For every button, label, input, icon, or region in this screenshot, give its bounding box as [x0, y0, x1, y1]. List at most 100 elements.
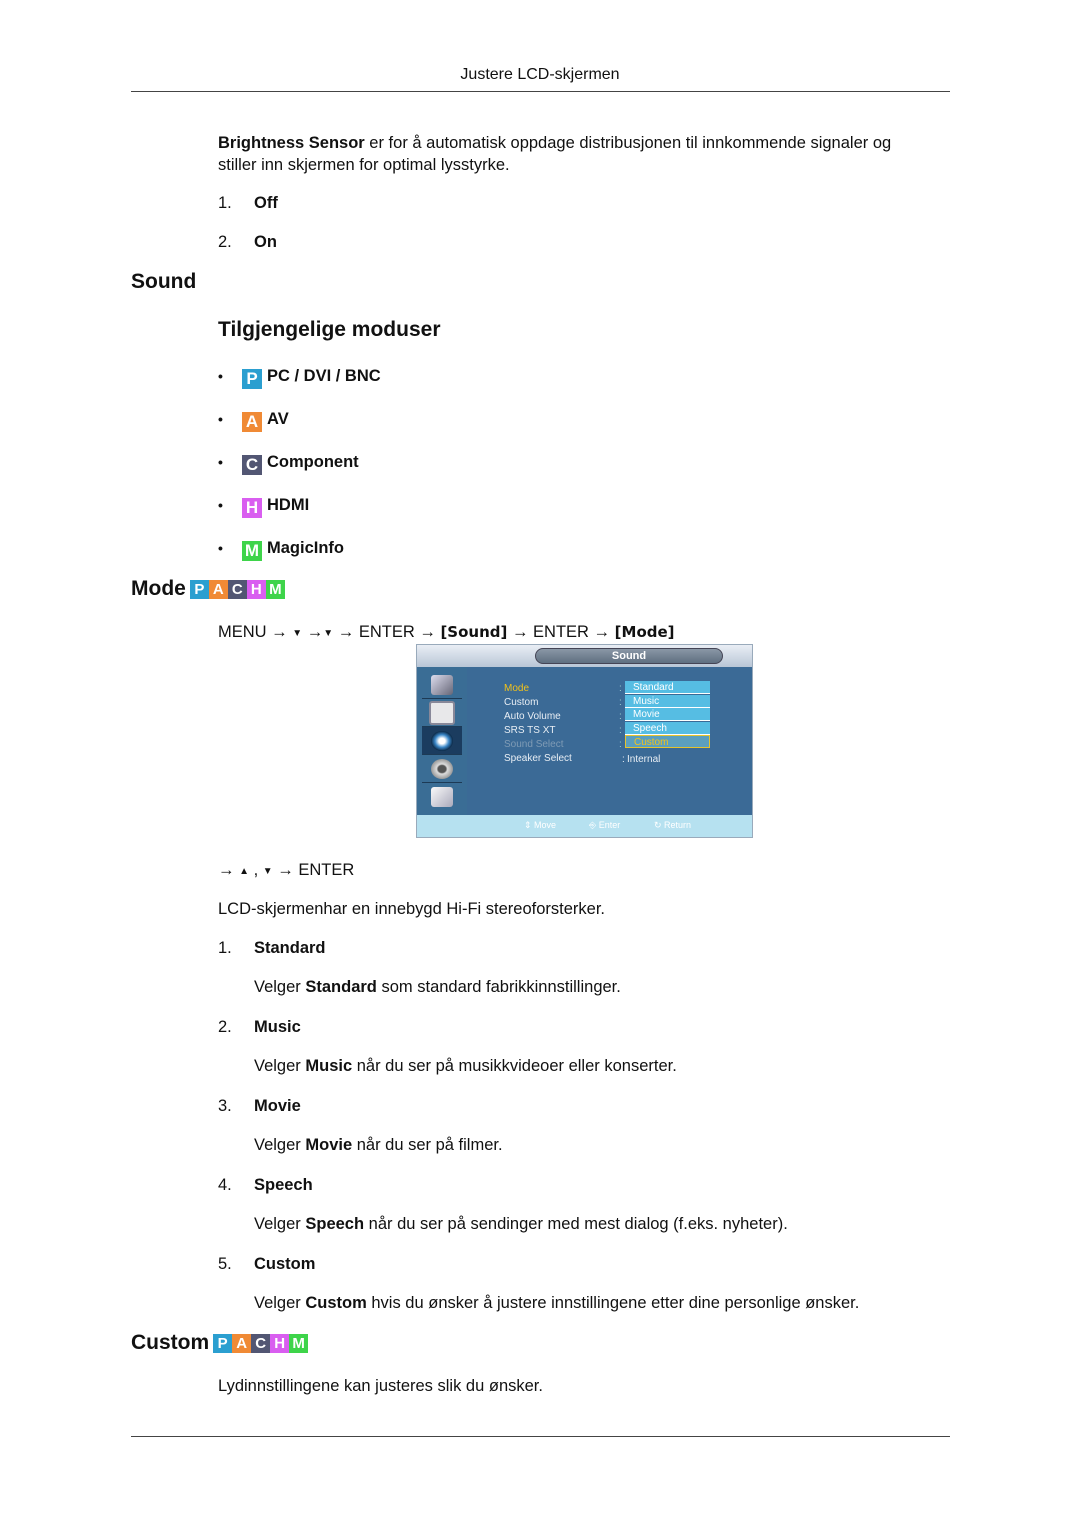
mode-option-heading: 4. Speech — [218, 1174, 313, 1196]
multi-control-icon — [422, 783, 462, 810]
list-number: 2. — [218, 233, 232, 251]
mode-label: AV — [267, 410, 289, 428]
mode-badge-icon: H — [242, 498, 262, 518]
desc-term: Speech — [305, 1215, 365, 1233]
osd-dropdown-option: Standard — [625, 681, 710, 694]
desc-post: når du ser på filmer. — [352, 1136, 503, 1154]
pachm-badges: PACHM — [213, 1334, 309, 1353]
footer-rule — [131, 1436, 950, 1437]
desc-post: når du ser på sendinger med mest dialog … — [364, 1215, 788, 1233]
osd-colon: : — [619, 739, 622, 750]
brightness-sensor-description: Brightness Sensor er for å automatisk op… — [218, 132, 958, 176]
mode-label: PC / DVI / BNC — [267, 367, 381, 385]
mode-badge-icon: P — [242, 369, 262, 389]
osd-dropdown-option: Movie — [625, 708, 710, 721]
desc-post: som standard fabrikkinnstillinger. — [376, 978, 621, 996]
mode-list-item: • C Component — [218, 451, 359, 475]
mode-list-item: • A AV — [218, 408, 289, 432]
osd-colon: : — [619, 711, 622, 722]
nav-after: → ▲ , ▼ → ENTER — [218, 859, 354, 883]
osd-colon: : — [619, 725, 622, 736]
return-icon: ↻ — [654, 820, 665, 830]
nav-menu: MENU → — [218, 623, 288, 641]
custom-title-text: Custom — [131, 1331, 210, 1354]
nav-sound-menu: [Sound] — [440, 623, 508, 641]
down-arrow-icon: ▼ — [323, 628, 334, 639]
desc-post: når du ser på musikkvideoer eller konser… — [352, 1057, 677, 1075]
brightness-option-on: 2. On — [218, 231, 277, 253]
desc-term: Standard — [305, 978, 377, 996]
nav-arrow: → — [218, 861, 235, 879]
bullet: • — [218, 497, 223, 513]
desc-term: Custom — [305, 1294, 367, 1312]
list-number: 2. — [218, 1018, 232, 1036]
desc-pre: Velger — [254, 1215, 306, 1233]
nav-enter: → ENTER → — [507, 623, 611, 641]
mode-option-heading: 2. Music — [218, 1016, 301, 1038]
list-number: 1. — [218, 194, 232, 212]
nav-enter: → ENTER — [277, 861, 355, 879]
osd-footer-return-label: Return — [664, 820, 692, 830]
mode-badge-icon: M — [242, 541, 262, 561]
mode-list-item: • M MagicInfo — [218, 537, 344, 561]
nav-arrow: → — [302, 623, 324, 641]
enter-icon: ⎆ — [589, 820, 599, 830]
osd-colon: : — [619, 697, 622, 708]
mode-title-text: Mode — [131, 577, 186, 600]
osd-colon: : — [622, 754, 625, 765]
osd-menu-item: Mode — [504, 683, 530, 694]
mode-option-description: Velger Custom hvis du ønsker å justere i… — [254, 1292, 859, 1314]
osd-footer — [417, 815, 752, 837]
osd-sound-menu-screenshot: Sound Mode: Custom: Auto Volume: SRS TS XT:… — [416, 644, 753, 838]
custom-description: Lydinnstillingene kan justeres slik du ø… — [218, 1377, 543, 1395]
osd-footer-enter: ⎆ Enter — [589, 820, 620, 831]
mode-option-heading: 5. Custom — [218, 1253, 315, 1275]
pachm-badge-p-icon: P — [213, 1334, 233, 1353]
pachm-badge-m-icon: M — [289, 1334, 309, 1353]
osd-dropdown-option: Custom — [625, 735, 710, 748]
osd-dropdown-option: Music — [625, 694, 710, 708]
header-rule — [131, 91, 950, 92]
desc-term: Music — [305, 1057, 353, 1075]
option-label: Off — [254, 194, 278, 212]
sound-icon — [422, 727, 462, 755]
pachm-badge-a-icon: A — [208, 580, 228, 599]
bullet: • — [218, 368, 223, 384]
intro-text-line2: stiller inn skjermen for optimal lysstyr… — [218, 156, 510, 174]
nav-comma: , — [249, 861, 263, 879]
osd-footer-enter-label: Enter — [598, 820, 621, 830]
nav-enter: → ENTER → — [333, 623, 436, 641]
osd-colon: : — [619, 683, 622, 694]
desc-pre: Velger — [254, 1294, 306, 1312]
osd-title: Sound — [535, 648, 723, 664]
osd-speaker-value: Internal — [627, 754, 661, 765]
list-number: 1. — [218, 939, 232, 957]
mode-list-item: • P PC / DVI / BNC — [218, 365, 381, 389]
pachm-badge-p-icon: P — [189, 580, 209, 599]
mode-description: LCD-skjermenhar en innebygd Hi-Fi stereo… — [218, 900, 605, 918]
nav-path: MENU → ▼ →▼ → ENTER → [Sound] → ENTER → … — [218, 621, 675, 645]
mode-option-description: Velger Speech når du ser på sendinger me… — [254, 1213, 788, 1235]
down-arrow-icon: ▼ — [292, 628, 303, 639]
list-number: 3. — [218, 1097, 232, 1115]
nav-mode-menu: [Mode] — [614, 623, 675, 641]
osd-menu-item: Sound Select — [504, 739, 564, 750]
list-number: 5. — [218, 1255, 232, 1273]
osd-menu-item: Custom — [504, 697, 539, 708]
osd-menu-item: Speaker Select — [504, 753, 572, 764]
input-icon — [422, 671, 462, 699]
picture-icon — [422, 699, 462, 727]
desc-pre: Velger — [254, 1136, 306, 1154]
section-title-sound: Sound — [131, 270, 197, 293]
bullet: • — [218, 454, 223, 470]
desc-post: hvis du ønsker å justere innstillingene … — [366, 1294, 860, 1312]
osd-dropdown-option: Speech — [625, 721, 710, 735]
bullet: • — [218, 540, 223, 556]
mode-option-description: Velger Movie når du ser på filmer. — [254, 1134, 503, 1156]
page-header-title: Justere LCD-skjermen — [460, 66, 620, 83]
pachm-badge-h-icon: H — [270, 1334, 290, 1353]
list-number: 4. — [218, 1176, 232, 1194]
osd-sidebar — [417, 667, 467, 815]
pachm-badge-a-icon: A — [232, 1334, 252, 1353]
pachm-badge-m-icon: M — [265, 580, 285, 599]
